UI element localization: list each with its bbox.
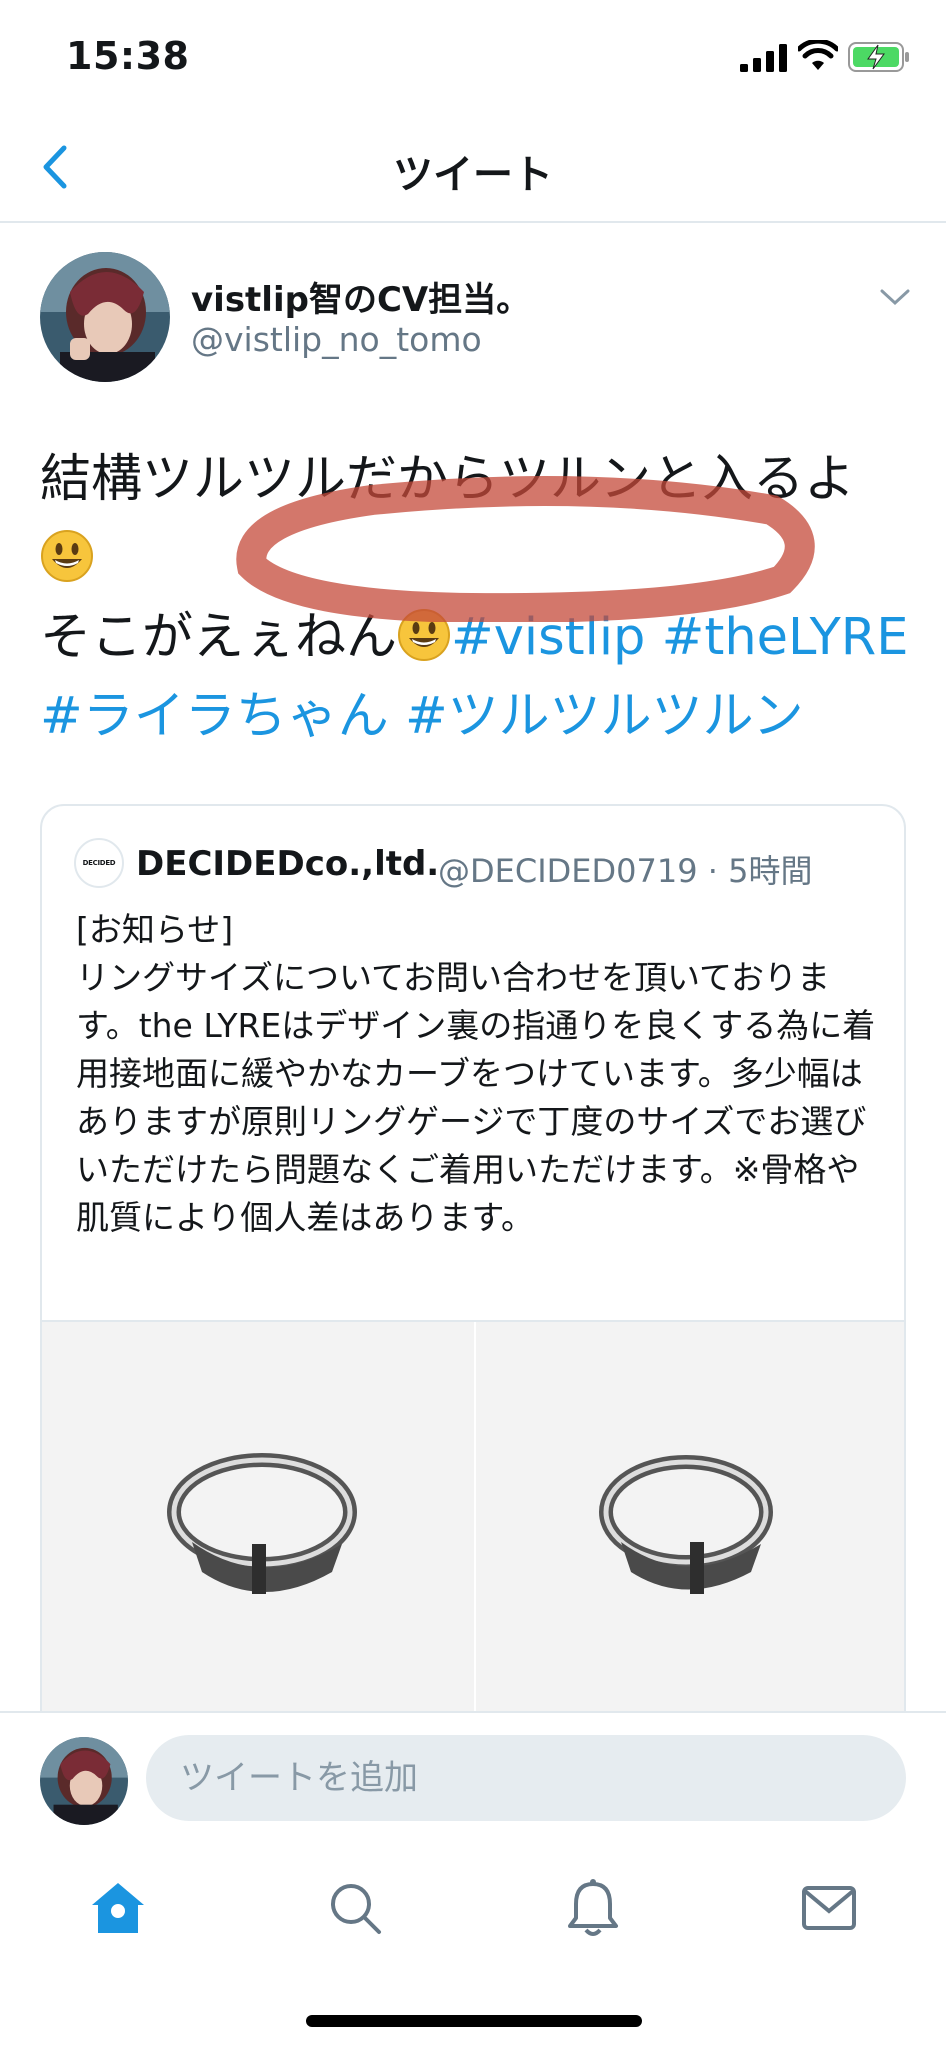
smiley-emoji-icon [398, 609, 451, 661]
tab-notifications[interactable] [558, 1873, 628, 1943]
reply-input[interactable] [146, 1735, 906, 1821]
smiley-emoji-icon [41, 530, 93, 582]
reply-bar [0, 1711, 946, 1833]
messages-icon [802, 1886, 856, 1930]
quoted-author-logo: DECIDED [74, 838, 124, 888]
status-time: 15:38 [66, 34, 190, 78]
ring-image [42, 1322, 474, 1722]
author-handle[interactable]: @vistlip_no_tomo [191, 320, 482, 359]
author-name[interactable]: vistlip智のCV担当。 [191, 272, 530, 321]
ring-photo[interactable] [476, 1322, 904, 1722]
avatar-image [40, 252, 170, 382]
author-avatar[interactable] [40, 252, 170, 382]
search-icon [331, 1884, 381, 1934]
quoted-tweet-media [42, 1320, 904, 1722]
tab-search[interactable] [320, 1873, 390, 1943]
status-bar: 15:38 [0, 0, 946, 110]
tab-home[interactable] [83, 1873, 153, 1943]
tweet-text-line1: 結構ツルツルだからツルンと入るよ [40, 450, 855, 509]
quoted-author-name: DECIDEDco.,ltd. [136, 844, 440, 884]
ring-image [476, 1322, 904, 1722]
notifications-icon [568, 1879, 618, 1936]
navigation-header: ツイート [0, 110, 946, 223]
ring-photo[interactable] [42, 1322, 474, 1722]
tab-messages[interactable] [794, 1873, 864, 1943]
home-icon [92, 1883, 144, 1933]
tweet-text: 結構ツルツルだからツルンと入るよ そこがえぇねん #vistlip #theLY… [40, 440, 910, 756]
avatar-image [40, 1737, 128, 1825]
current-user-avatar[interactable] [40, 1737, 128, 1825]
quoted-tweet-text: [お知らせ] リングサイズについてお問い合わせを頂いております。the LYRE… [76, 910, 876, 1237]
chevron-down-icon[interactable] [878, 280, 912, 314]
quoted-tweet-card[interactable]: DECIDED DECIDEDco.,ltd. @DECIDED0719 · 5… [40, 804, 906, 1804]
battery-charging-icon [848, 42, 909, 72]
tweet-text-line3: そこがえぇねん [40, 608, 398, 667]
wifi-icon [798, 40, 838, 70]
home-indicator [306, 2015, 642, 2027]
page-title: ツイート [393, 152, 553, 198]
cellular-signal-icon [740, 44, 787, 72]
quoted-author-handle-time: @DECIDED0719 · 5時間 [438, 852, 813, 890]
hashtag-link[interactable]: #ライラちゃん #ツルツルツルン [40, 687, 804, 746]
hashtag-link[interactable]: #vistlip #theLYRE [451, 608, 908, 667]
